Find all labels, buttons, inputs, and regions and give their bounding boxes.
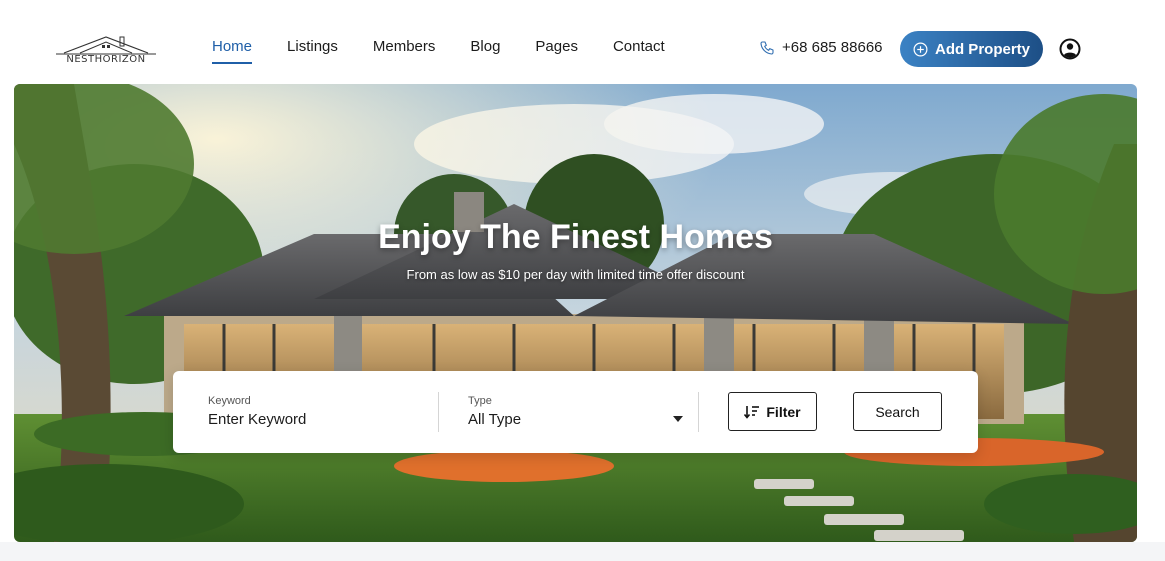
search-button[interactable]: Search bbox=[853, 392, 942, 431]
user-account-button[interactable] bbox=[1059, 38, 1081, 60]
phone-contact[interactable]: +68 685 88666 bbox=[759, 39, 883, 56]
filter-button[interactable]: Filter bbox=[728, 392, 817, 431]
house-hero-image bbox=[14, 84, 1137, 542]
property-search-bar: Keyword Enter Keyword Type All Type Filt… bbox=[173, 371, 978, 453]
field-divider bbox=[438, 392, 439, 432]
house-logo-icon bbox=[56, 36, 156, 55]
keyword-label: Keyword bbox=[208, 395, 251, 407]
nav-item-contact[interactable]: Contact bbox=[613, 38, 665, 55]
hero-title: Enjoy The Finest Homes bbox=[378, 218, 773, 256]
site-logo[interactable]: NESTHORIZON bbox=[50, 33, 162, 65]
nav-item-pages[interactable]: Pages bbox=[535, 38, 578, 55]
add-property-button[interactable]: Add Property bbox=[900, 31, 1043, 67]
type-value: All Type bbox=[468, 411, 522, 428]
nav-item-listings[interactable]: Listings bbox=[287, 38, 338, 55]
hero-banner: Enjoy The Finest Homes From as low as $1… bbox=[14, 84, 1137, 542]
hero-subtitle: From as low as $10 per day with limited … bbox=[406, 267, 745, 282]
type-select[interactable]: Type All Type bbox=[468, 395, 521, 428]
phone-number: +68 685 88666 bbox=[782, 39, 883, 56]
nav-item-blog[interactable]: Blog bbox=[470, 38, 500, 55]
keyword-field[interactable]: Keyword Enter Keyword bbox=[208, 395, 306, 428]
main-nav: Home Listings Members Blog Pages Contact bbox=[212, 38, 700, 64]
chevron-down-icon[interactable] bbox=[673, 416, 683, 422]
nav-item-members[interactable]: Members bbox=[373, 38, 436, 55]
nav-item-home[interactable]: Home bbox=[212, 38, 253, 64]
section-divider-strip bbox=[0, 542, 1165, 561]
search-label: Search bbox=[875, 403, 920, 420]
plus-circle-icon bbox=[913, 42, 928, 56]
phone-icon bbox=[760, 40, 774, 55]
logo-text: NESTHORIZON bbox=[66, 54, 146, 65]
user-circle-icon bbox=[1059, 38, 1081, 60]
type-label: Type bbox=[468, 395, 492, 407]
site-header: NESTHORIZON Home Listings Members Blog P… bbox=[0, 0, 1165, 84]
field-divider bbox=[698, 392, 699, 432]
keyword-input[interactable]: Enter Keyword bbox=[208, 411, 306, 428]
add-property-label: Add Property bbox=[934, 40, 1030, 58]
sort-filter-icon bbox=[744, 405, 760, 419]
filter-label: Filter bbox=[766, 403, 801, 420]
